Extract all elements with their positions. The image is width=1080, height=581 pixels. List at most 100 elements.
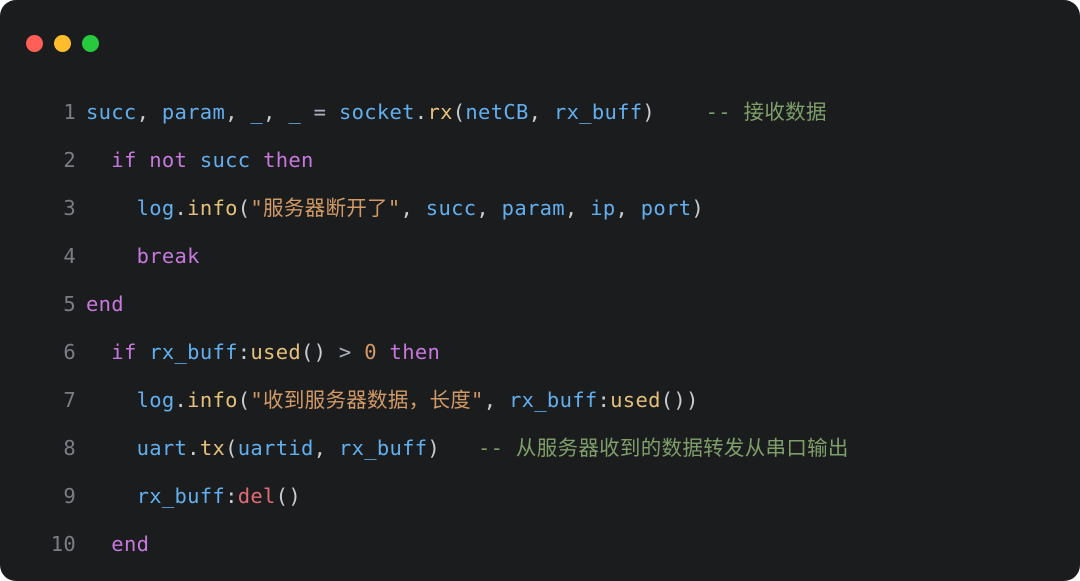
code-line: 6 if rx_buff:used() > 0 then	[38, 328, 1042, 376]
code-token: rx_buff	[554, 100, 643, 124]
code-token: end	[86, 292, 124, 316]
code-token	[352, 340, 365, 364]
code-token: rx	[427, 100, 452, 124]
line-number: 2	[38, 136, 76, 184]
code-line: 1succ, param, _, _ = socket.rx(netCB, rx…	[38, 88, 1042, 136]
code-line: 7 log.info("收到服务器数据，长度", rx_buff:used())	[38, 376, 1042, 424]
code-area: 1succ, param, _, _ = socket.rx(netCB, rx…	[0, 64, 1080, 581]
code-token: )	[427, 436, 478, 460]
code-token: (	[238, 196, 251, 220]
code-token: succ	[86, 100, 137, 124]
code-token: tx	[200, 436, 225, 460]
code-token: not	[149, 148, 187, 172]
code-content: log.info("服务器断开了", succ, param, ip, port…	[86, 184, 1042, 232]
code-token: ,	[615, 196, 640, 220]
code-token: ,	[484, 388, 509, 412]
code-token: param	[502, 196, 565, 220]
code-token: :	[598, 388, 611, 412]
code-token	[187, 148, 200, 172]
code-token	[377, 340, 390, 364]
close-icon[interactable]	[26, 35, 43, 52]
code-token: (	[225, 436, 238, 460]
code-token: then	[263, 148, 314, 172]
code-token: "收到服务器数据，长度"	[250, 388, 483, 412]
code-token: .	[175, 196, 188, 220]
code-token: (	[453, 100, 466, 124]
minimize-icon[interactable]	[54, 35, 71, 52]
code-content: if rx_buff:used() > 0 then	[86, 328, 1042, 376]
code-token: .	[187, 436, 200, 460]
code-token: used	[610, 388, 661, 412]
code-token: info	[187, 388, 238, 412]
code-token: rx_buff	[339, 436, 428, 460]
code-line: 8 uart.tx(uartid, rx_buff) -- 从服务器收到的数据转…	[38, 424, 1042, 472]
code-token: if	[111, 148, 136, 172]
line-number: 4	[38, 232, 76, 280]
code-token: uart	[137, 436, 188, 460]
code-token	[137, 148, 150, 172]
code-token: used	[250, 340, 301, 364]
code-line: 3 log.info("服务器断开了", succ, param, ip, po…	[38, 184, 1042, 232]
line-number: 5	[38, 280, 76, 328]
code-token: uartid	[238, 436, 314, 460]
code-token: 0	[364, 340, 377, 364]
code-token: .	[175, 388, 188, 412]
line-number: 1	[38, 88, 76, 136]
code-content: end	[86, 520, 1042, 568]
code-token: ()	[276, 484, 301, 508]
code-token: :	[225, 484, 238, 508]
code-content: break	[86, 232, 1042, 280]
code-token: -- 从服务器收到的数据转发从串口输出	[478, 436, 849, 460]
code-token: ,	[529, 100, 554, 124]
code-window: 1succ, param, _, _ = socket.rx(netCB, rx…	[0, 0, 1080, 581]
line-number: 7	[38, 376, 76, 424]
code-token: del	[238, 484, 276, 508]
code-token: ,	[263, 100, 288, 124]
code-token	[137, 340, 150, 364]
code-token: log	[137, 196, 175, 220]
code-line: 4 break	[38, 232, 1042, 280]
code-content: end	[86, 280, 1042, 328]
line-number: 6	[38, 328, 76, 376]
code-token: "服务器断开了"	[250, 196, 400, 220]
code-line: 9 rx_buff:del()	[38, 472, 1042, 520]
code-token: =	[301, 100, 339, 124]
code-token: ip	[590, 196, 615, 220]
code-token: ,	[565, 196, 590, 220]
code-token: break	[137, 244, 200, 268]
code-token: _	[250, 100, 263, 124]
code-token: -- 接收数据	[706, 100, 827, 124]
code-token: netCB	[465, 100, 528, 124]
titlebar	[0, 0, 1080, 64]
line-number: 9	[38, 472, 76, 520]
code-content: succ, param, _, _ = socket.rx(netCB, rx_…	[86, 88, 1042, 136]
code-token: param	[162, 100, 225, 124]
code-token	[250, 148, 263, 172]
code-token: ,	[401, 196, 426, 220]
code-token: )	[691, 196, 704, 220]
code-content: if not succ then	[86, 136, 1042, 184]
code-token: ,	[314, 436, 339, 460]
code-token: ())	[661, 388, 699, 412]
code-content: uart.tx(uartid, rx_buff) -- 从服务器收到的数据转发从…	[86, 424, 1042, 472]
code-line: 10 end	[38, 520, 1042, 568]
code-line: 5 end	[38, 280, 1042, 328]
code-token: port	[641, 196, 692, 220]
code-token: info	[187, 196, 238, 220]
code-token: succ	[426, 196, 477, 220]
code-token: ,	[476, 196, 501, 220]
line-number: 8	[38, 424, 76, 472]
code-token: .	[415, 100, 428, 124]
code-token: >	[339, 340, 352, 364]
code-token: rx_buff	[509, 388, 598, 412]
code-token: :	[238, 340, 251, 364]
zoom-icon[interactable]	[82, 35, 99, 52]
code-content: rx_buff:del()	[86, 472, 1042, 520]
code-token: ,	[225, 100, 250, 124]
code-token: (	[238, 388, 251, 412]
line-number: 10	[38, 520, 76, 568]
code-line: 2 if not succ then	[38, 136, 1042, 184]
code-token: log	[137, 388, 175, 412]
code-token: _	[288, 100, 301, 124]
code-token: end	[111, 532, 149, 556]
